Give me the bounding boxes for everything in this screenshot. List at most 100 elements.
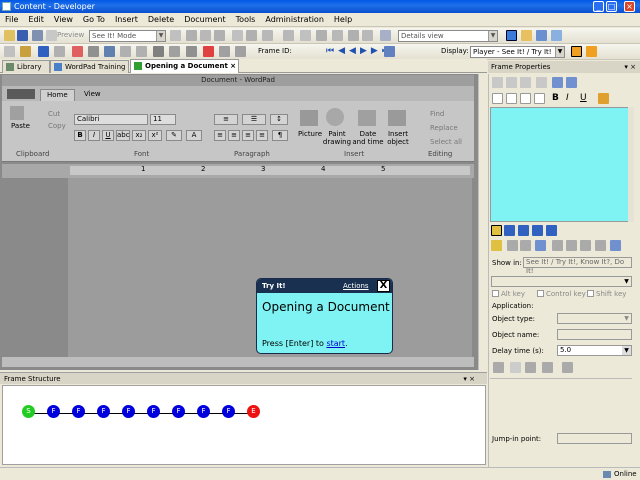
layout-outline-icon[interactable]	[521, 30, 532, 41]
underline-icon[interactable]: U	[580, 93, 587, 103]
frame-node[interactable]: F	[222, 405, 235, 418]
control-key-checkbox[interactable]: Control key	[537, 290, 586, 298]
screen-icon[interactable]	[186, 46, 197, 57]
hotspot-icon[interactable]	[104, 46, 115, 57]
thesaurus-icon[interactable]	[566, 77, 577, 88]
frame-node[interactable]: F	[72, 405, 85, 418]
layout-split-icon[interactable]	[536, 30, 547, 41]
paste-icon[interactable]	[520, 77, 531, 88]
undo-icon[interactable]	[262, 30, 273, 41]
hotspot-icon[interactable]	[491, 240, 502, 251]
action-icon[interactable]	[120, 46, 131, 57]
menu-help[interactable]: Help	[329, 13, 357, 27]
preview-button[interactable]: Preview	[57, 31, 84, 39]
layout-details-icon[interactable]	[506, 30, 517, 41]
frame-node[interactable]: F	[172, 405, 185, 418]
jump-in-field[interactable]	[557, 433, 632, 444]
align-center-icon[interactable]	[506, 93, 517, 104]
copy-icon[interactable]	[200, 30, 211, 41]
frame-node[interactable]: F	[122, 405, 135, 418]
shift-key-checkbox[interactable]: Shift key	[587, 290, 626, 298]
save-icon[interactable]	[17, 30, 28, 41]
branch-icon[interactable]	[38, 46, 49, 57]
editor-scrollbar[interactable]	[628, 107, 634, 222]
layout-list-icon[interactable]	[551, 30, 562, 41]
copy-icon[interactable]	[506, 77, 517, 88]
bubble-layout-icon[interactable]	[546, 225, 557, 236]
mode-select[interactable]: See It! Mode ▼	[89, 30, 166, 42]
menu-administration[interactable]: Administration	[260, 13, 329, 27]
delete-icon[interactable]	[536, 77, 547, 88]
path-icon[interactable]	[153, 46, 164, 57]
close-icon[interactable]: ▾ ×	[624, 61, 636, 73]
color-icon[interactable]	[598, 93, 609, 104]
menu-view[interactable]: View	[49, 13, 78, 27]
spell-check-icon[interactable]	[552, 77, 563, 88]
close-tab-icon[interactable]: ×	[230, 60, 236, 72]
paste-hotspot-icon[interactable]	[566, 240, 577, 251]
edit-hotspot-icon[interactable]	[507, 240, 518, 251]
end-frame-node[interactable]: E	[247, 405, 260, 418]
bubble-position-icon[interactable]	[518, 225, 529, 236]
sound-icon[interactable]	[535, 240, 546, 251]
stop-icon[interactable]	[203, 46, 214, 57]
scissors-icon[interactable]	[186, 30, 197, 41]
bubble-pointer-icon[interactable]	[504, 225, 515, 236]
bubble-actions-link[interactable]: Actions	[343, 279, 369, 293]
action-select[interactable]: ▼	[491, 276, 632, 287]
add-icon[interactable]	[219, 46, 230, 57]
alt-action-icon[interactable]	[136, 46, 147, 57]
display-mode-icon[interactable]	[571, 46, 582, 57]
menu-delete[interactable]: Delete	[143, 13, 179, 27]
display-select[interactable]: Player - See It! / Try It! ▼	[470, 46, 565, 58]
object-type-select[interactable]: ▼	[557, 313, 632, 324]
delay-time-select[interactable]: 5.0 ▼	[557, 345, 632, 356]
insert-frame-icon[interactable]	[54, 46, 65, 57]
pin-icon[interactable]: ▾ ×	[463, 373, 475, 385]
target-icon[interactable]	[562, 362, 573, 373]
find-icon[interactable]	[20, 46, 31, 57]
frame-node[interactable]: F	[147, 405, 160, 418]
find-icon[interactable]	[246, 30, 257, 41]
first-frame-icon[interactable]	[384, 46, 395, 57]
menu-document[interactable]: Document	[179, 13, 230, 27]
bubble-style-icon[interactable]	[491, 225, 502, 236]
menu-file[interactable]: File	[0, 13, 23, 27]
refresh-icon[interactable]	[4, 46, 15, 57]
decision-icon[interactable]	[72, 46, 83, 57]
hand-icon[interactable]	[520, 240, 531, 251]
canvas-vertical-scrollbar[interactable]	[478, 74, 487, 370]
bubble-icon[interactable]	[348, 30, 359, 41]
rotate-icon[interactable]	[542, 362, 553, 373]
screen-icon[interactable]	[332, 30, 343, 41]
edit-icon[interactable]	[32, 30, 43, 41]
align-hotspot-icon[interactable]	[580, 240, 591, 251]
cut-icon[interactable]	[492, 77, 503, 88]
tool-icon[interactable]	[316, 30, 327, 41]
remove-icon[interactable]	[235, 46, 246, 57]
keyboard-icon[interactable]	[493, 362, 504, 373]
view-select[interactable]: Details view ▼	[398, 30, 498, 42]
new-icon[interactable]	[4, 30, 15, 41]
show-in-field[interactable]: See It! / Try It!, Know It?, Do It!	[523, 257, 632, 275]
italic-icon[interactable]: I	[566, 93, 569, 103]
minimize-button[interactable]: _	[593, 1, 604, 12]
start-link[interactable]: start	[326, 339, 345, 348]
copy-hotspot-icon[interactable]	[552, 240, 563, 251]
menu-goto[interactable]: Go To	[78, 13, 110, 27]
print-icon[interactable]	[525, 362, 536, 373]
frame-node[interactable]: F	[47, 405, 60, 418]
bold-icon[interactable]: B	[552, 93, 559, 103]
event-icon[interactable]	[169, 46, 180, 57]
font-icon[interactable]	[610, 240, 621, 251]
tab-opening-a-document[interactable]: Opening a Document ×	[130, 59, 239, 73]
frame-node[interactable]: F	[97, 405, 110, 418]
properties-icon[interactable]	[300, 30, 311, 41]
menu-tools[interactable]: Tools	[231, 13, 261, 27]
alt-key-checkbox[interactable]: Alt key	[492, 290, 525, 298]
frame-node[interactable]: F	[197, 405, 210, 418]
justify-icon[interactable]	[534, 93, 545, 104]
align-left-icon[interactable]	[492, 93, 503, 104]
frame-icon[interactable]	[170, 30, 181, 41]
menu-edit[interactable]: Edit	[23, 13, 49, 27]
